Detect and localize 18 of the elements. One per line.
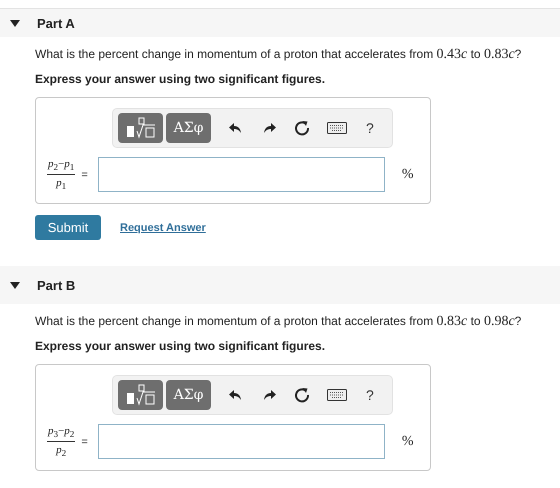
instruction-text: Express your answer using two significant figures. bbox=[35, 339, 326, 353]
part-title: Part A bbox=[37, 16, 75, 30]
instruction-text: Express your answer using two significant figures. bbox=[35, 72, 326, 86]
equals-sign: = bbox=[81, 436, 88, 448]
help-button[interactable]: ? bbox=[366, 387, 374, 403]
part-title: Part B bbox=[37, 278, 76, 292]
question-text: What is the percent change in momentum of a proton that accelerates from 0.83c to 0.98c? bbox=[35, 314, 522, 329]
fraction-label: p$_{2}$−p$_{1}$ p$_{1}$ bbox=[47, 158, 76, 191]
request-answer-link[interactable]: Request Answer bbox=[120, 222, 206, 234]
symbols-button[interactable]: ΑΣφ bbox=[166, 113, 211, 143]
unit-label: % bbox=[402, 434, 414, 450]
unit-label: % bbox=[402, 166, 414, 182]
fraction-label: p$_{3}$−p$_{2}$ p$_{2}$ bbox=[47, 425, 76, 458]
help-button[interactable]: ? bbox=[366, 120, 374, 136]
equals-sign: = bbox=[81, 168, 88, 180]
symbols-button[interactable]: ΑΣφ bbox=[166, 380, 211, 410]
question-text: What is the percent change in momentum of a proton that accelerates from 0.43c to 0.83c? bbox=[35, 47, 522, 62]
submit-button[interactable]: Submit bbox=[35, 215, 101, 240]
